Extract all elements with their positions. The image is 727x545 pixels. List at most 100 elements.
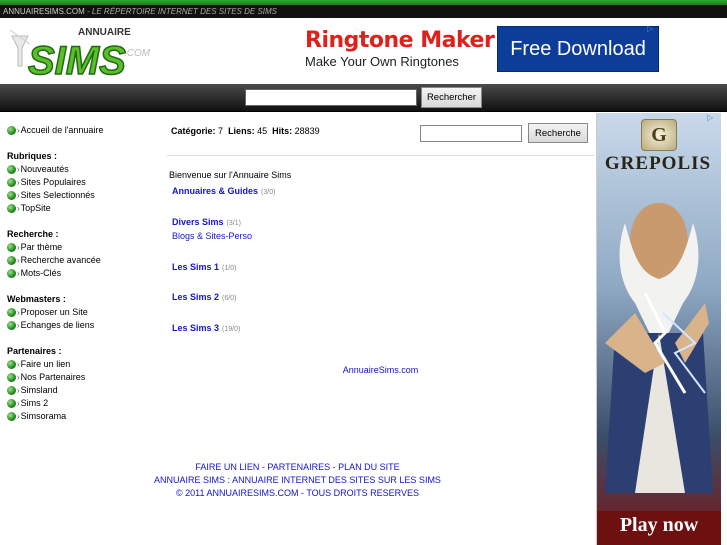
subcategory-link[interactable]: Blogs & Sites-Perso bbox=[172, 231, 252, 241]
header: ANNUAIRE SIMS .COM Ringtone Maker Make Y… bbox=[0, 18, 727, 84]
inner-search-input[interactable] bbox=[420, 125, 522, 142]
sidebar-item-faire-lien[interactable]: › Faire un lien bbox=[7, 358, 165, 371]
logo-suffix: .COM bbox=[124, 48, 151, 59]
sidebar-item-label: Faire un lien bbox=[20, 359, 71, 369]
green-bullet-icon bbox=[7, 243, 16, 252]
tagline-bar: ANNUAIRESIMS.COM - LE RÉPERTOIRE INTERNE… bbox=[0, 5, 727, 18]
stat-hits-label: Hits: bbox=[272, 126, 293, 136]
site-footer-link[interactable]: AnnuaireSims.com bbox=[167, 365, 594, 375]
arrow-icon: › bbox=[17, 373, 20, 382]
category-link[interactable]: Annuaires & Guides bbox=[172, 186, 258, 196]
sidebar-item-recherche-avancee[interactable]: › Recherche avancée bbox=[7, 254, 165, 267]
tagline-site: ANNUAIRESIMS.COM bbox=[3, 7, 85, 16]
inner-search-button[interactable]: Recherche bbox=[528, 123, 588, 143]
sidebar-item-populaires[interactable]: › Sites Populaires bbox=[7, 176, 165, 189]
logo-small-text: ANNUAIRE bbox=[78, 27, 131, 38]
green-bullet-icon bbox=[7, 373, 16, 382]
top-banner-ad[interactable]: Ringtone Maker Make Your Own Ringtones F… bbox=[300, 24, 660, 72]
stat-hits-value: 28839 bbox=[294, 126, 320, 136]
green-bullet-icon bbox=[7, 256, 16, 265]
category-link[interactable]: Divers Sims bbox=[172, 217, 224, 227]
category-les-sims-3: Les Sims 3 (19/0) bbox=[172, 323, 240, 333]
sidebar-item-nos-partenaires[interactable]: › Nos Partenaires bbox=[7, 371, 165, 384]
sidebar-item-proposer-site[interactable]: › Proposer un Site bbox=[7, 306, 165, 319]
sidebar-item-label: Sites Populaires bbox=[20, 177, 86, 187]
zeus-illustration-icon bbox=[605, 203, 713, 493]
sidebar-item-label: Proposer un Site bbox=[20, 307, 88, 317]
arrow-icon: › bbox=[17, 269, 20, 278]
sidebar-item-label: Simsorama bbox=[20, 411, 67, 421]
sidebar-item-label: Echanges de liens bbox=[20, 320, 95, 330]
category-link[interactable]: Les Sims 3 bbox=[172, 323, 219, 333]
section-heading-rubriques: Rubriques : bbox=[7, 151, 58, 161]
green-bullet-icon bbox=[7, 269, 16, 278]
adchoices-icon[interactable]: ▷ bbox=[707, 113, 713, 122]
sidebar-item-label: Nos Partenaires bbox=[20, 372, 86, 382]
sidebar-item-label: Par thème bbox=[20, 242, 63, 252]
footer-links[interactable]: FAIRE UN LIEN - PARTENAIRES - PLAN DU SI… bbox=[0, 461, 595, 474]
stat-liens-label: Liens: bbox=[228, 126, 255, 136]
sidebar-item-nouveautes[interactable]: › Nouveautés bbox=[7, 163, 165, 176]
grepolis-emblem-icon: G bbox=[641, 119, 677, 151]
logo-big-text: SIMS bbox=[28, 39, 126, 83]
tagline-slogan: - LE RÉPERTOIRE INTERNET DES SITES DE SI… bbox=[87, 7, 277, 16]
ad-brand: GREPOLIS bbox=[604, 153, 712, 174]
green-bullet-icon bbox=[7, 178, 16, 187]
left-sidebar: › Accueil de l'annuaire Rubriques : › Nouv… bbox=[7, 124, 165, 423]
adchoices-icon[interactable]: ▷ bbox=[647, 24, 659, 34]
sidebar-item-label: Accueil de l'annuaire bbox=[20, 125, 104, 135]
green-bullet-icon bbox=[7, 165, 16, 174]
ad-download-button[interactable]: Free Download bbox=[497, 26, 659, 72]
category-link[interactable]: Les Sims 1 bbox=[172, 262, 219, 272]
sidebar-item-topsite[interactable]: › TopSite bbox=[7, 202, 165, 215]
sidebar-item-label: Mots-Clés bbox=[20, 268, 62, 278]
top-search-button[interactable]: Rechercher bbox=[421, 87, 482, 108]
stats-bar: Catégorie: 7 Liens: 45 Hits: 28839 Reche… bbox=[167, 113, 594, 156]
arrow-icon: › bbox=[17, 308, 20, 317]
green-bullet-icon bbox=[7, 191, 16, 200]
sidebar-item-sims2[interactable]: › Sims 2 bbox=[7, 397, 165, 410]
arrow-icon: › bbox=[17, 321, 20, 330]
sidebar-item-label: Recherche avancée bbox=[20, 255, 101, 265]
green-bullet-icon bbox=[7, 126, 16, 135]
ad-title: Ringtone Maker bbox=[305, 28, 495, 53]
sidebar-item-par-theme[interactable]: › Par thème bbox=[7, 241, 165, 254]
sidebar-item-home[interactable]: › Accueil de l'annuaire bbox=[7, 124, 165, 137]
sidebar-item-simsorama[interactable]: › Simsorama bbox=[7, 410, 165, 423]
top-search-input[interactable] bbox=[245, 89, 417, 106]
category-count: (1/0) bbox=[222, 265, 237, 272]
green-bullet-icon bbox=[7, 412, 16, 421]
section-heading-webmasters: Webmasters : bbox=[7, 294, 66, 304]
ad-text-area: Ringtone Maker Make Your Own Ringtones bbox=[300, 24, 496, 72]
green-bullet-icon bbox=[7, 360, 16, 369]
category-divers-sims: Divers Sims (3/1) bbox=[172, 217, 241, 227]
stat-categorie-value: 7 bbox=[218, 126, 224, 136]
arrow-icon: › bbox=[17, 126, 20, 135]
green-bullet-icon bbox=[7, 321, 16, 330]
green-bullet-icon bbox=[7, 308, 16, 317]
top-search-bar: Rechercher bbox=[0, 84, 727, 112]
green-bullet-icon bbox=[7, 204, 16, 213]
sidebar-item-selectionnes[interactable]: › Sites Selectionnés bbox=[7, 189, 165, 202]
emblem-letter: G bbox=[651, 124, 667, 146]
arrow-icon: › bbox=[17, 256, 20, 265]
footer-description: ANNUAIRE SIMS : ANNUAIRE INTERNET DES SI… bbox=[154, 475, 441, 485]
category-annuaires-guides: Annuaires & Guides (3/0) bbox=[172, 186, 275, 196]
arrow-icon: › bbox=[17, 243, 20, 252]
sidebar-item-label: Simsland bbox=[20, 385, 58, 395]
sidebar-item-mots-cles[interactable]: › Mots-Clés bbox=[7, 267, 165, 280]
category-count: (19/0) bbox=[222, 326, 241, 333]
section-heading-recherche: Recherche : bbox=[7, 229, 59, 239]
site-logo[interactable]: ANNUAIRE SIMS .COM bbox=[8, 22, 153, 84]
arrow-icon: › bbox=[17, 386, 20, 395]
skyscraper-ad[interactable]: G GREPOLIS Play now ▷ bbox=[596, 113, 721, 545]
category-link[interactable]: Les Sims 2 bbox=[172, 292, 219, 302]
ad-play-now-button[interactable]: Play now bbox=[597, 511, 721, 545]
section-heading-partenaires: Partenaires : bbox=[7, 346, 62, 356]
sidebar-item-echanges-liens[interactable]: › Echanges de liens bbox=[7, 319, 165, 332]
arrow-icon: › bbox=[17, 360, 20, 369]
arrow-icon: › bbox=[17, 191, 20, 200]
green-bullet-icon bbox=[7, 386, 16, 395]
arrow-icon: › bbox=[17, 178, 20, 187]
sidebar-item-simsland[interactable]: › Simsland bbox=[7, 384, 165, 397]
